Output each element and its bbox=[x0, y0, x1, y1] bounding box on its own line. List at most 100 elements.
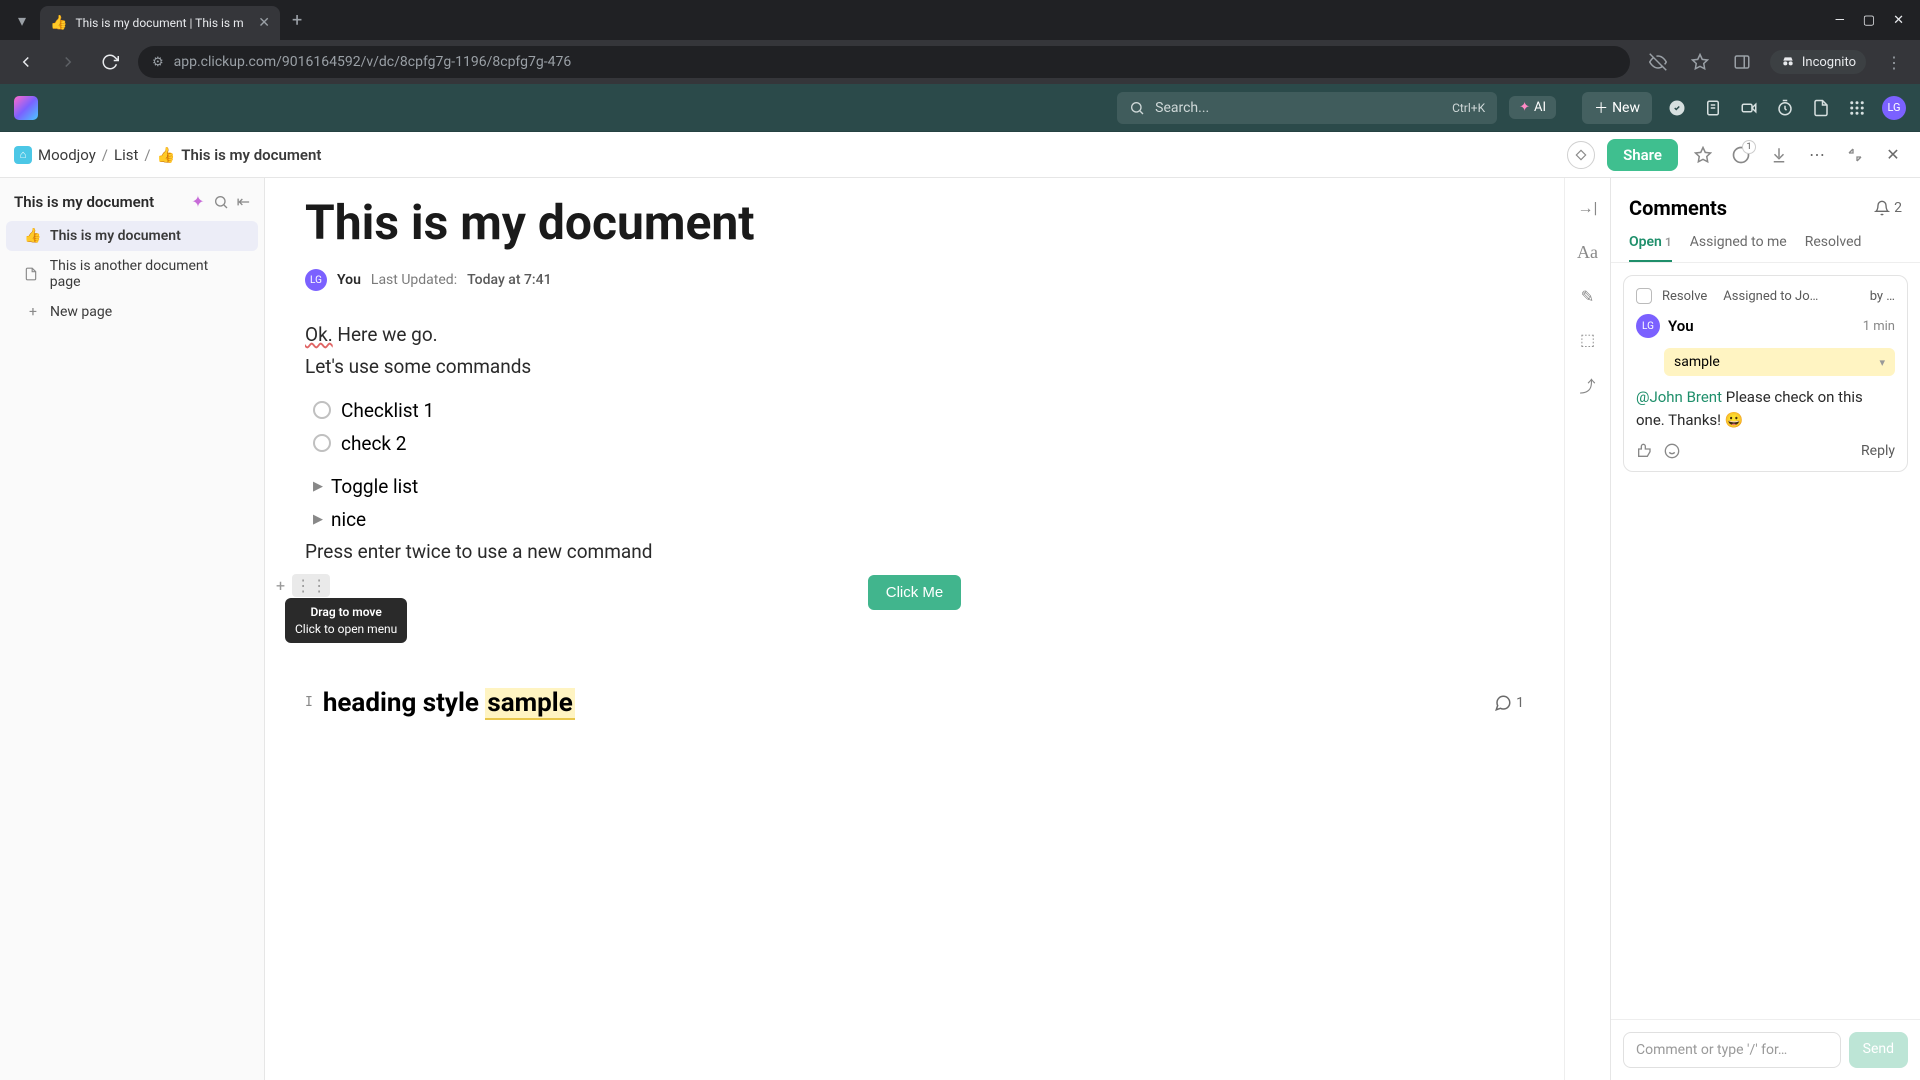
comment-time: 1 min bbox=[1863, 319, 1895, 334]
template-icon[interactable]: ⬚ bbox=[1580, 330, 1595, 349]
close-tab-icon[interactable]: ✕ bbox=[258, 15, 270, 31]
back-icon[interactable] bbox=[12, 48, 40, 76]
highlighted-text[interactable]: sample bbox=[485, 688, 574, 720]
author-avatar[interactable]: LG bbox=[305, 269, 327, 291]
bell-icon bbox=[1874, 200, 1890, 216]
browser-menu-icon[interactable]: ⋮ bbox=[1880, 48, 1908, 76]
sidebar-item-label: This is another document page bbox=[50, 258, 240, 290]
tab-search-icon[interactable]: ▾ bbox=[8, 6, 36, 34]
doc-title[interactable]: This is my document bbox=[305, 194, 1524, 251]
video-icon[interactable] bbox=[1738, 97, 1760, 119]
toggle-item[interactable]: ▶ Toggle list bbox=[305, 470, 1524, 503]
new-tab-button[interactable]: + bbox=[292, 10, 302, 31]
click-me-button[interactable]: Click Me bbox=[868, 575, 962, 610]
magic-wand-icon[interactable]: ✎ bbox=[1581, 287, 1594, 306]
tag-icon[interactable] bbox=[1567, 141, 1595, 169]
timer-icon[interactable]: 1 bbox=[1728, 142, 1754, 168]
checklist-item[interactable]: Checklist 1 bbox=[313, 394, 1524, 427]
app-logo[interactable] bbox=[14, 96, 38, 120]
sidebar-item-current-doc[interactable]: 👍 This is my document bbox=[6, 221, 258, 251]
paragraph[interactable]: Ok. Here we go. bbox=[305, 319, 1524, 351]
bookmark-star-icon[interactable] bbox=[1686, 48, 1714, 76]
sidebar-collapse-icon[interactable]: ⇤ bbox=[237, 192, 250, 211]
more-icon[interactable]: ⋯ bbox=[1804, 142, 1830, 168]
new-button[interactable]: ＋New bbox=[1582, 92, 1652, 124]
comment-quote[interactable]: sample ▾ bbox=[1664, 348, 1895, 376]
sidebar-search-icon[interactable] bbox=[213, 194, 229, 210]
breadcrumb-bar: ⌂ Moodjoy / List / 👍 This is my document… bbox=[0, 132, 1920, 178]
inline-comment-indicator[interactable]: 1 bbox=[1494, 694, 1524, 712]
minimize-icon[interactable]: ― bbox=[1835, 13, 1845, 28]
like-icon[interactable] bbox=[1636, 443, 1652, 459]
incognito-badge[interactable]: Incognito bbox=[1770, 50, 1866, 74]
paragraph[interactable]: Let's use some commands bbox=[305, 351, 1524, 383]
ai-button[interactable]: ✦AI bbox=[1509, 96, 1556, 119]
share-out-icon[interactable]: ⤴ bbox=[1579, 373, 1595, 397]
text-cursor: I bbox=[305, 695, 313, 710]
doc-icon[interactable] bbox=[1810, 97, 1832, 119]
apps-grid-icon[interactable] bbox=[1846, 97, 1868, 119]
send-button[interactable]: Send bbox=[1849, 1032, 1908, 1068]
checklist-item[interactable]: check 2 bbox=[313, 427, 1524, 460]
star-icon[interactable] bbox=[1690, 142, 1716, 168]
url-field[interactable]: ⚙ app.clickup.com/9016164592/v/dc/8cpfg7… bbox=[138, 46, 1630, 78]
ai-sparkle-icon[interactable]: ✦ bbox=[191, 192, 204, 211]
breadcrumb-workspace[interactable]: Moodjoy bbox=[38, 146, 96, 164]
comment-input[interactable]: Comment or type '/' for… bbox=[1623, 1032, 1841, 1068]
toggle-item[interactable]: ▶nice bbox=[305, 503, 1524, 536]
eye-off-icon[interactable] bbox=[1644, 48, 1672, 76]
forward-icon[interactable] bbox=[54, 48, 82, 76]
comment-card[interactable]: Resolve Assigned to Jo… by … LG You 1 mi… bbox=[1623, 275, 1908, 472]
share-button[interactable]: Share bbox=[1607, 139, 1678, 171]
typography-icon[interactable]: Aa bbox=[1577, 242, 1598, 263]
global-search[interactable]: Search... Ctrl+K bbox=[1117, 92, 1497, 124]
notepad-icon[interactable] bbox=[1702, 97, 1724, 119]
workspace-icon[interactable]: ⌂ bbox=[14, 146, 32, 164]
tab-open[interactable]: Open1 bbox=[1629, 234, 1672, 262]
user-avatar[interactable]: LG bbox=[1882, 96, 1906, 120]
sidebar-new-page[interactable]: + New page bbox=[6, 297, 258, 327]
updated-time: Today at 7:41 bbox=[467, 272, 551, 288]
expand-rail-icon[interactable]: →| bbox=[1578, 198, 1598, 218]
spellcheck-word[interactable]: Ok. bbox=[305, 323, 333, 346]
paragraph[interactable]: Press enter twice to use a new command bbox=[305, 536, 1524, 568]
close-panel-icon[interactable]: ✕ bbox=[1880, 142, 1906, 168]
chevron-right-icon[interactable]: ▶ bbox=[313, 479, 323, 494]
document-body[interactable]: This is my document LG You Last Updated:… bbox=[265, 178, 1564, 1080]
sidebar-item-other-doc[interactable]: This is another document page bbox=[6, 251, 258, 297]
sidebar-item-label: This is my document bbox=[50, 228, 181, 244]
breadcrumb-list[interactable]: List bbox=[114, 146, 138, 164]
chevron-right-icon[interactable]: ▶ bbox=[313, 512, 323, 527]
resolve-checkbox[interactable] bbox=[1636, 288, 1652, 304]
toggle-label: Toggle list bbox=[331, 475, 418, 498]
download-icon[interactable] bbox=[1766, 142, 1792, 168]
collapse-icon[interactable] bbox=[1842, 142, 1868, 168]
comments-notifications[interactable]: 2 bbox=[1874, 200, 1902, 216]
updated-label: Last Updated: bbox=[371, 272, 457, 288]
comment-avatar[interactable]: LG bbox=[1636, 314, 1660, 338]
ai-label: AI bbox=[1534, 100, 1546, 115]
breadcrumb-doc[interactable]: This is my document bbox=[181, 146, 321, 164]
clock-icon[interactable] bbox=[1774, 97, 1796, 119]
resolve-label[interactable]: Resolve bbox=[1662, 289, 1707, 304]
incognito-label: Incognito bbox=[1802, 55, 1856, 70]
emoji-react-icon[interactable] bbox=[1664, 443, 1680, 459]
checkbox-icon[interactable] bbox=[313, 401, 331, 419]
heading-2[interactable]: heading style sample bbox=[323, 688, 575, 718]
reply-button[interactable]: Reply bbox=[1861, 443, 1895, 459]
chevron-down-icon[interactable]: ▾ bbox=[1879, 356, 1885, 369]
add-block-icon[interactable]: + bbox=[273, 574, 288, 597]
tab-assigned[interactable]: Assigned to me bbox=[1690, 234, 1787, 262]
tab-resolved[interactable]: Resolved bbox=[1805, 234, 1862, 262]
plus-icon: + bbox=[24, 304, 42, 320]
checkbox-icon[interactable] bbox=[313, 434, 331, 452]
side-panel-icon[interactable] bbox=[1728, 48, 1756, 76]
reload-icon[interactable] bbox=[96, 48, 124, 76]
maximize-icon[interactable]: ▢ bbox=[1863, 13, 1875, 28]
quote-text: sample bbox=[1674, 354, 1720, 370]
site-settings-icon[interactable]: ⚙ bbox=[152, 55, 164, 70]
close-window-icon[interactable]: ✕ bbox=[1893, 13, 1904, 28]
browser-tab[interactable]: 👍 This is my document | This is m ✕ bbox=[40, 6, 280, 40]
mention[interactable]: @John Brent bbox=[1636, 388, 1722, 406]
check-circle-icon[interactable] bbox=[1666, 97, 1688, 119]
